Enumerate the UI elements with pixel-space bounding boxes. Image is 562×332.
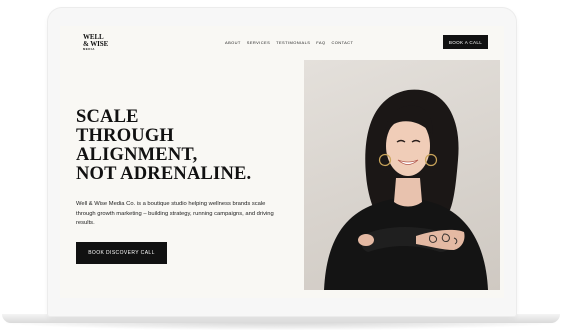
book-a-call-button[interactable]: BOOK A CALL <box>443 35 488 49</box>
logo-line-3: MEDIA <box>83 47 96 51</box>
site-logo[interactable]: WELL & WISE MEDIA <box>83 34 109 52</box>
portrait-photo <box>304 60 500 290</box>
nav-testimonials[interactable]: TESTIMONIALS <box>276 40 310 45</box>
nav-faq[interactable]: FAQ <box>316 40 325 45</box>
hero-headline: SCALE THROUGH ALIGNMENT, NOT ADRENALINE. <box>76 108 296 184</box>
headline-line-3: ALIGNMENT, <box>76 145 198 165</box>
portrait-illustration <box>324 89 488 290</box>
hero-intro-text: Well & Wise Media Co. is a boutique stud… <box>76 201 274 226</box>
headline-line-1: SCALE <box>76 107 139 127</box>
website-screen: WELL & WISE MEDIA ABOUT SERVICES TESTIMO… <box>60 26 504 298</box>
nav-services[interactable]: SERVICES <box>247 40 270 45</box>
main-nav: ABOUT SERVICES TESTIMONIALS FAQ CONTACT <box>225 40 353 45</box>
headline-line-4: NOT ADRENALINE. <box>76 164 252 184</box>
nav-about[interactable]: ABOUT <box>225 40 241 45</box>
book-discovery-call-button[interactable]: BOOK DISCOVERY CALL <box>76 242 167 264</box>
nav-contact[interactable]: CONTACT <box>331 40 353 45</box>
headline-line-2: THROUGH <box>76 126 175 146</box>
